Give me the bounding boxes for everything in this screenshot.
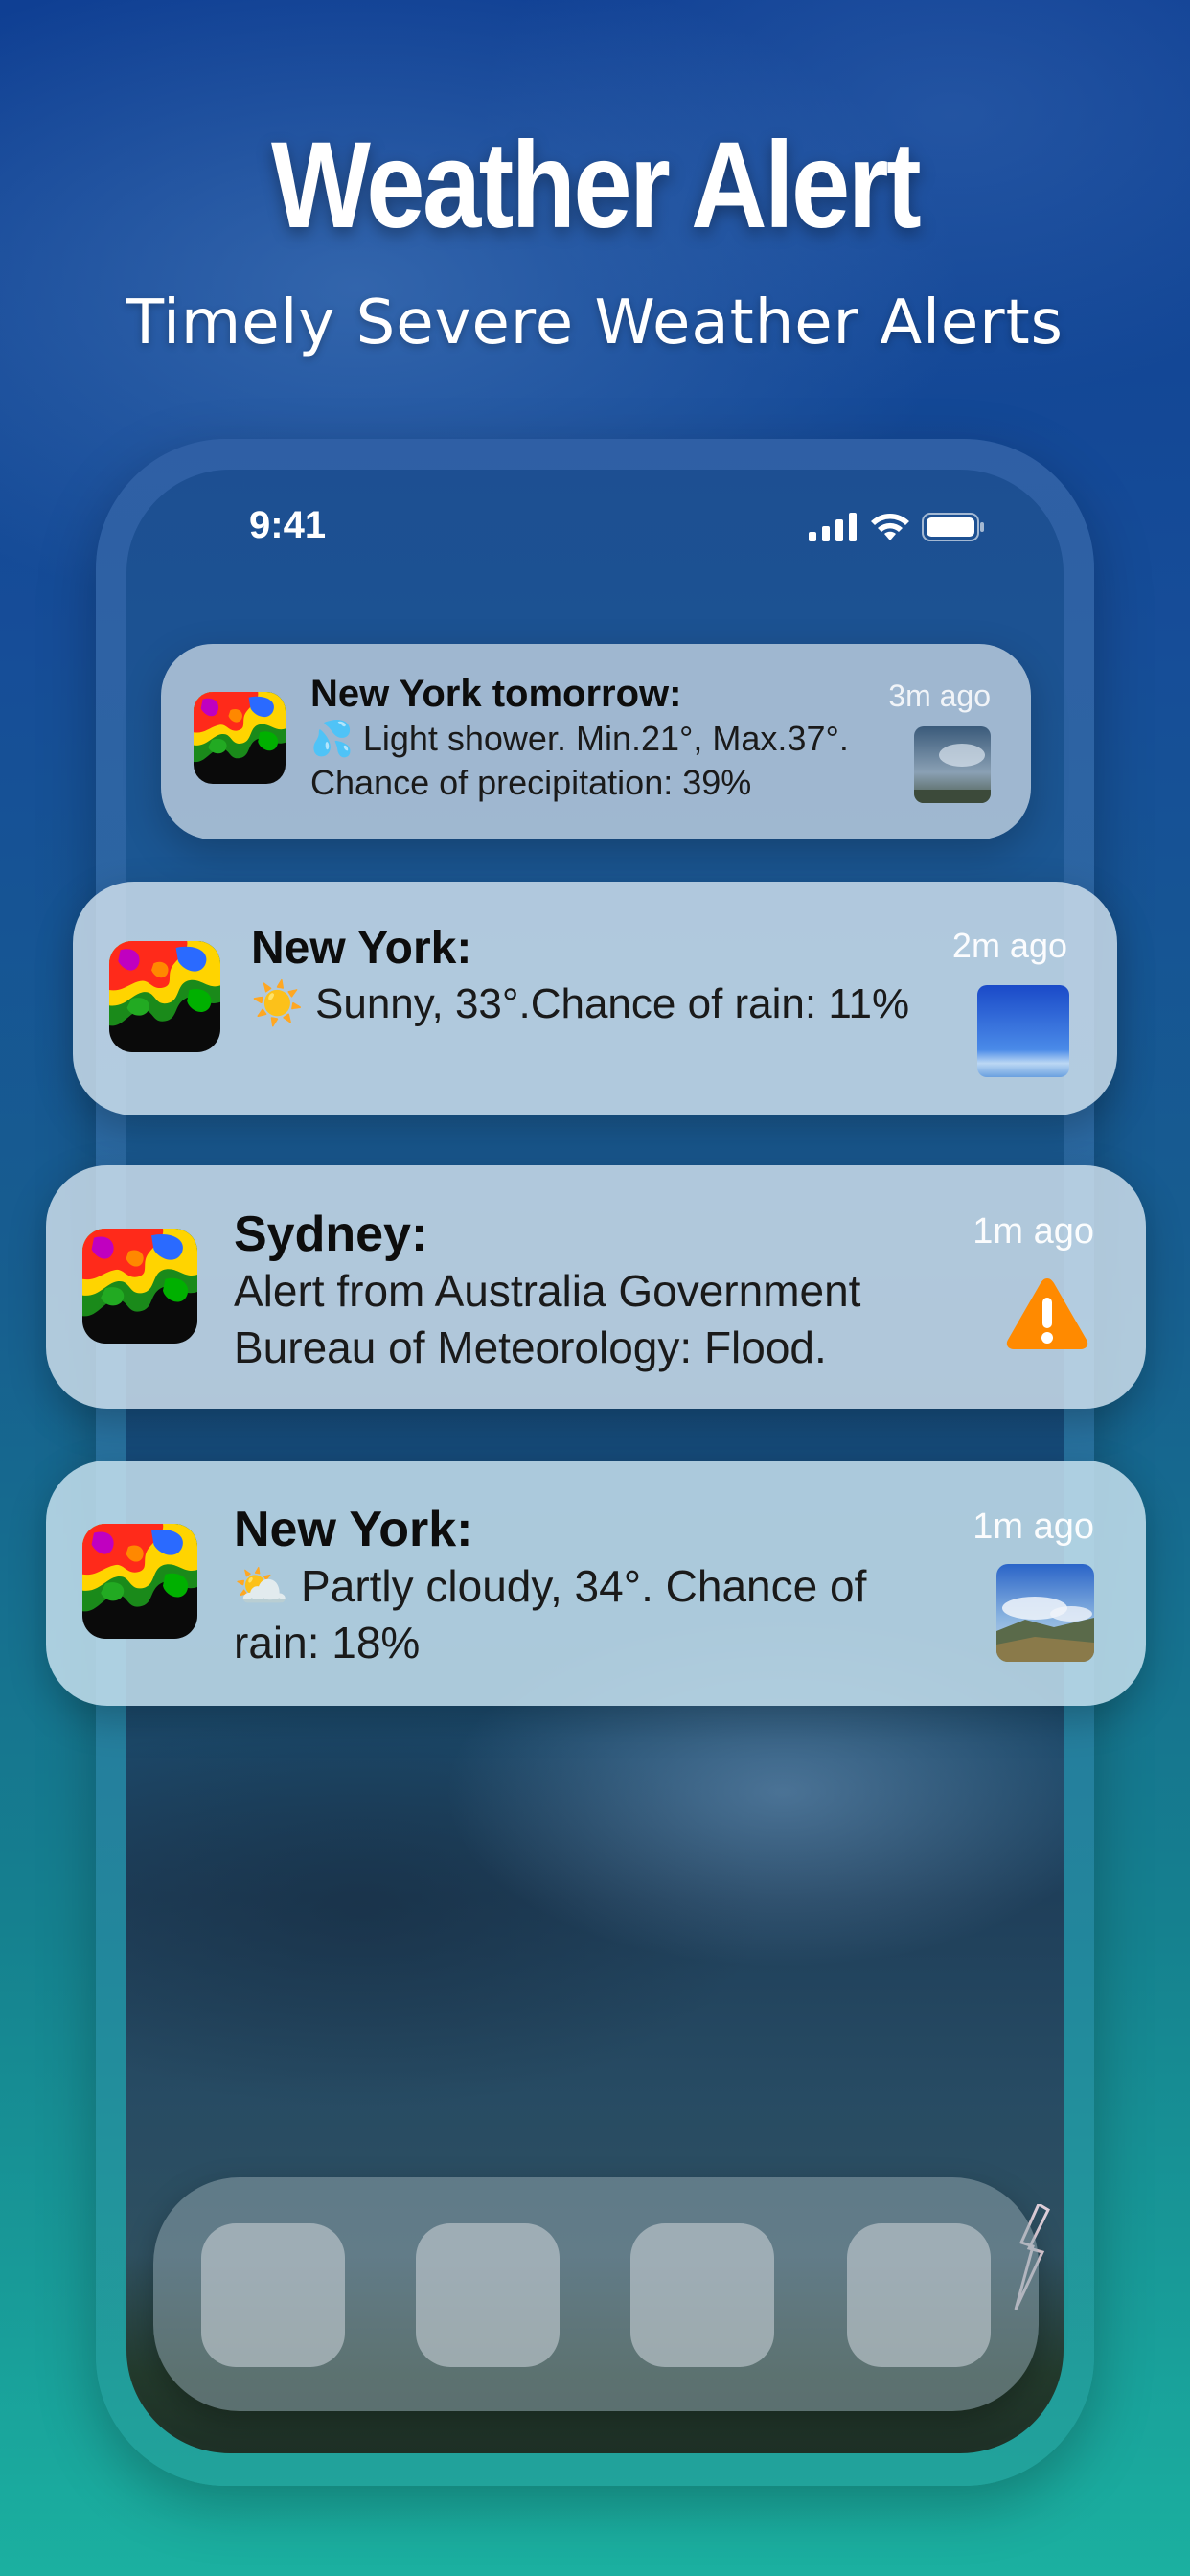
notification-body: ⛅ Partly cloudy, 34°. Chance of rain: 18… — [234, 1558, 924, 1671]
warning-icon — [1006, 1278, 1088, 1349]
notification-body-line: rain: 18% — [234, 1617, 421, 1668]
blue-sky-thumbnail — [977, 985, 1069, 1077]
notification-title: New York tomorrow: — [310, 673, 682, 715]
notification-title: New York: — [251, 923, 472, 974]
notification-body-line: Bureau of Meteorology: Flood. — [234, 1322, 827, 1372]
notification-title: Sydney: — [234, 1207, 428, 1262]
dock-app-3[interactable] — [630, 2223, 774, 2367]
dock-app-2[interactable] — [416, 2223, 560, 2367]
cloudy-sky-thumbnail — [914, 726, 991, 803]
dock-app-1[interactable] — [201, 2223, 345, 2367]
notification-body-line: 💦 Light shower. Min.21°, Max.37°. — [310, 719, 849, 758]
notification-time: 1m ago — [973, 1506, 1094, 1547]
notification-body: ☀️ Sunny, 33°.Chance of rain: 11% — [251, 980, 910, 1027]
signal-icon — [809, 513, 857, 541]
hero-header: Weather Alert Timely Severe Weather Aler… — [0, 117, 1190, 359]
notification-body-line: Chance of precipitation: 39% — [310, 763, 752, 803]
app-icon — [194, 692, 286, 784]
partly-cloudy-landscape-thumbnail — [996, 1564, 1094, 1662]
app-icon — [82, 1524, 197, 1639]
notification-new-york-sunny[interactable]: New York: ☀️ Sunny, 33°.Chance of rain: … — [73, 882, 1117, 1116]
status-time: 9:41 — [249, 504, 327, 546]
page-subtitle: Timely Severe Weather Alerts — [126, 288, 1064, 358]
notification-new-york-partly-cloudy[interactable]: New York: ⛅ Partly cloudy, 34°. Chance o… — [46, 1460, 1146, 1706]
notification-body: 💦 Light shower. Min.21°, Max.37°. Chance… — [310, 717, 885, 805]
page-title: Weather Alert — [270, 117, 922, 254]
status-icons — [809, 508, 985, 546]
battery-icon — [922, 513, 984, 541]
dock — [153, 2177, 1039, 2411]
notification-body-line: Alert from Australia Government — [234, 1266, 861, 1316]
notification-time: 3m ago — [888, 678, 991, 713]
notification-body: Alert from Australia Government Bureau o… — [234, 1263, 924, 1376]
app-icon — [109, 941, 220, 1052]
notification-body-line: ⛅ Partly cloudy, 34°. Chance of — [234, 1561, 867, 1611]
status-bar: 9:41 — [126, 498, 1064, 556]
wifi-icon — [871, 514, 909, 540]
dock-app-4[interactable] — [847, 2223, 991, 2367]
app-icon — [82, 1229, 197, 1344]
notification-new-york-tomorrow[interactable]: New York tomorrow: 💦 Light shower. Min.2… — [161, 644, 1031, 840]
notification-time: 2m ago — [951, 926, 1067, 965]
notification-time: 1m ago — [973, 1211, 1094, 1252]
notification-sydney-flood[interactable]: Sydney: Alert from Australia Government … — [46, 1165, 1146, 1409]
notification-title: New York: — [234, 1502, 473, 1557]
